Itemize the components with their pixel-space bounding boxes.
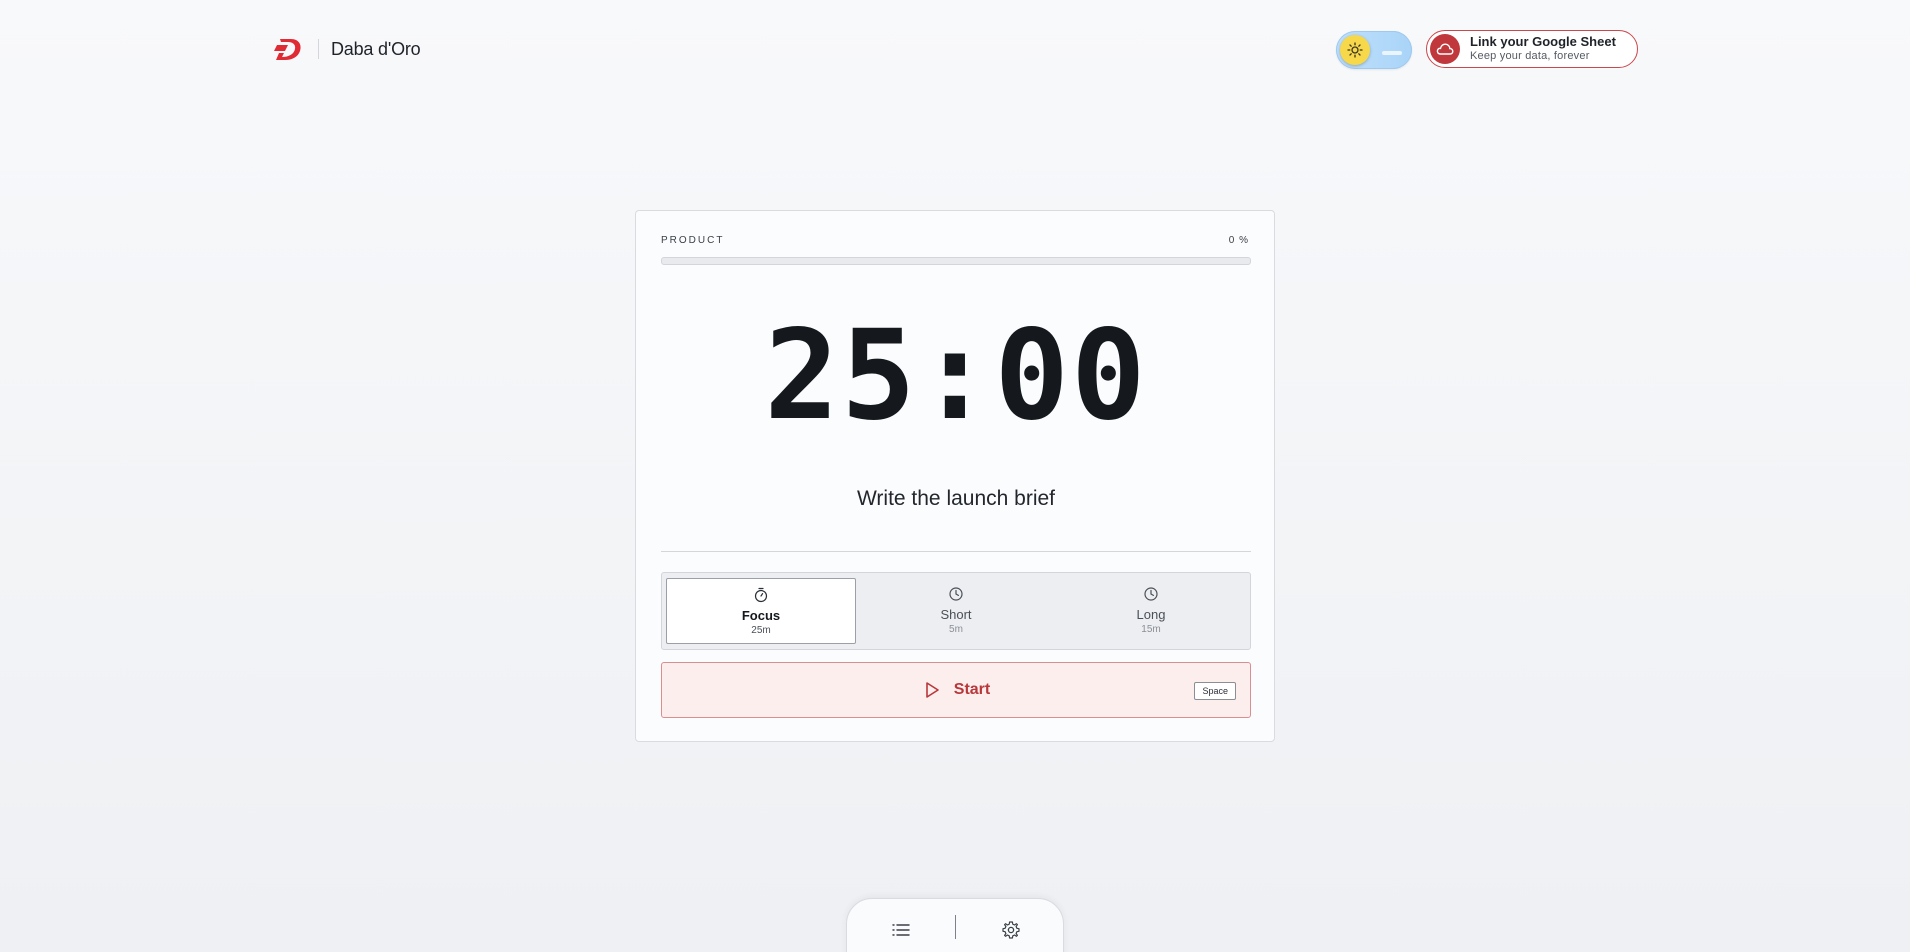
mode-duration: 5m <box>949 624 963 635</box>
mode-label: Short <box>940 607 972 622</box>
theme-toggle[interactable] <box>1336 31 1412 69</box>
cloud-decoration <box>1382 51 1402 55</box>
stopwatch-icon <box>754 587 768 603</box>
start-content: Start <box>662 663 1250 717</box>
gear-icon <box>1002 921 1020 939</box>
brand-logo-icon <box>274 39 301 60</box>
theme-knob <box>1340 35 1370 65</box>
dock-divider <box>955 915 956 939</box>
link-subtitle: Keep your data, forever <box>1470 50 1590 62</box>
project-label: PRODUCT <box>661 235 725 246</box>
sun-icon <box>1347 42 1363 58</box>
app-page: Daba d'Oro Link your Google Sheet Keep y… <box>0 0 1910 952</box>
play-icon <box>925 682 939 698</box>
task-title[interactable]: Write the launch brief <box>636 487 1276 511</box>
clock-icon <box>1144 587 1158 601</box>
mode-focus[interactable]: Focus 25m <box>666 578 856 644</box>
mode-label: Long <box>1136 607 1166 622</box>
mode-long[interactable]: Long 15m <box>1056 578 1246 644</box>
list-icon <box>892 924 910 936</box>
start-button[interactable]: Start Space <box>661 662 1251 718</box>
brand-divider <box>318 39 319 59</box>
link-google-sheet-button[interactable]: Link your Google Sheet Keep your data, f… <box>1426 30 1638 68</box>
app-name: Daba d'Oro <box>331 38 421 59</box>
keyboard-shortcut-hint: Space <box>1194 682 1236 700</box>
link-title: Link your Google Sheet <box>1470 34 1616 49</box>
task-list-button[interactable] <box>887 916 915 944</box>
bottom-dock <box>846 898 1064 952</box>
timer-card: PRODUCT 0 % 25:00 Write the launch brief… <box>635 210 1275 742</box>
cloud-icon <box>1430 34 1460 64</box>
start-label: Start <box>953 681 991 698</box>
settings-button[interactable] <box>997 916 1025 944</box>
brand[interactable]: Daba d'Oro <box>274 36 421 62</box>
divider <box>661 551 1251 552</box>
progress-percent: 0 % <box>1228 235 1249 246</box>
progress-bar <box>661 257 1251 265</box>
mode-duration: 25m <box>751 625 771 636</box>
clock-icon <box>949 587 963 601</box>
link-text: Link your Google Sheet Keep your data, f… <box>1470 35 1616 63</box>
mode-selector: Focus 25m Short 5m Long 15m <box>661 572 1251 650</box>
mode-label: Focus <box>741 608 781 623</box>
mode-duration: 15m <box>1141 624 1161 635</box>
timer-display: 25:00 <box>764 304 1148 448</box>
mode-short[interactable]: Short 5m <box>861 578 1051 644</box>
